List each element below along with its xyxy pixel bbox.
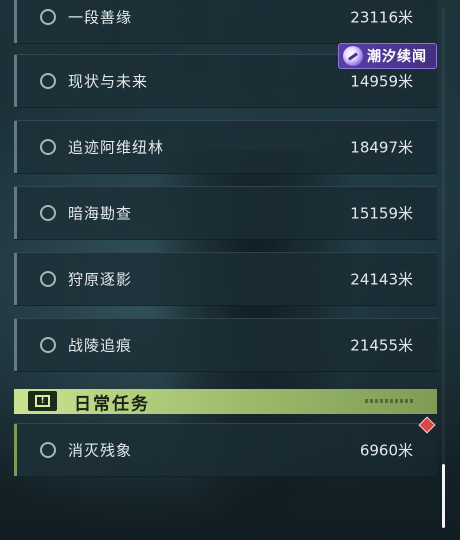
task-status-circle-icon	[40, 442, 56, 458]
header-decoration	[365, 399, 413, 403]
task-status-circle-icon	[40, 205, 56, 221]
scrollbar-track[interactable]	[442, 8, 445, 528]
scrollbar-thumb[interactable]	[442, 464, 445, 528]
task-status-circle-icon	[40, 73, 56, 89]
task-distance: 6960米	[359, 441, 413, 460]
task-row[interactable]: 暗海勘查 15159米	[14, 186, 437, 240]
task-status-circle-icon	[40, 139, 56, 155]
task-name: 一段善缘	[68, 8, 133, 27]
task-name: 战陵追痕	[68, 336, 133, 355]
tide-logo-icon	[343, 46, 363, 66]
task-list: 一段善缘 23116米 现状与未来 14959米 追迹阿维纽林 18497米 暗…	[0, 0, 460, 540]
section-title: 日常任务	[74, 394, 150, 414]
task-row[interactable]: 一段善缘 23116米	[14, 0, 437, 44]
task-name: 追迹阿维纽林	[68, 138, 165, 157]
badge-label: 潮汐续闻	[367, 49, 427, 65]
warning-icon: !	[28, 391, 57, 411]
task-distance: 21455米	[350, 336, 413, 355]
task-name: 现状与未来	[68, 72, 149, 91]
daily-tasks-section-header: ! 日常任务	[14, 389, 437, 414]
task-name: 消灭残象	[68, 441, 133, 460]
task-row[interactable]: 战陵追痕 21455米	[14, 318, 437, 372]
task-name: 暗海勘查	[68, 204, 133, 223]
task-row[interactable]: 狩原逐影 24143米	[14, 252, 437, 306]
task-status-circle-icon	[40, 271, 56, 287]
task-name: 狩原逐影	[68, 270, 133, 289]
task-status-circle-icon	[40, 337, 56, 353]
task-status-circle-icon	[40, 9, 56, 25]
daily-task-row[interactable]: 消灭残象 6960米	[14, 423, 437, 477]
task-distance: 14959米	[350, 72, 413, 91]
task-distance: 24143米	[350, 270, 413, 289]
task-distance: 15159米	[350, 204, 413, 223]
tide-news-badge[interactable]: 潮汐续闻	[338, 43, 437, 69]
task-distance: 23116米	[350, 8, 413, 27]
task-row[interactable]: 追迹阿维纽林 18497米	[14, 120, 437, 174]
task-distance: 18497米	[350, 138, 413, 157]
